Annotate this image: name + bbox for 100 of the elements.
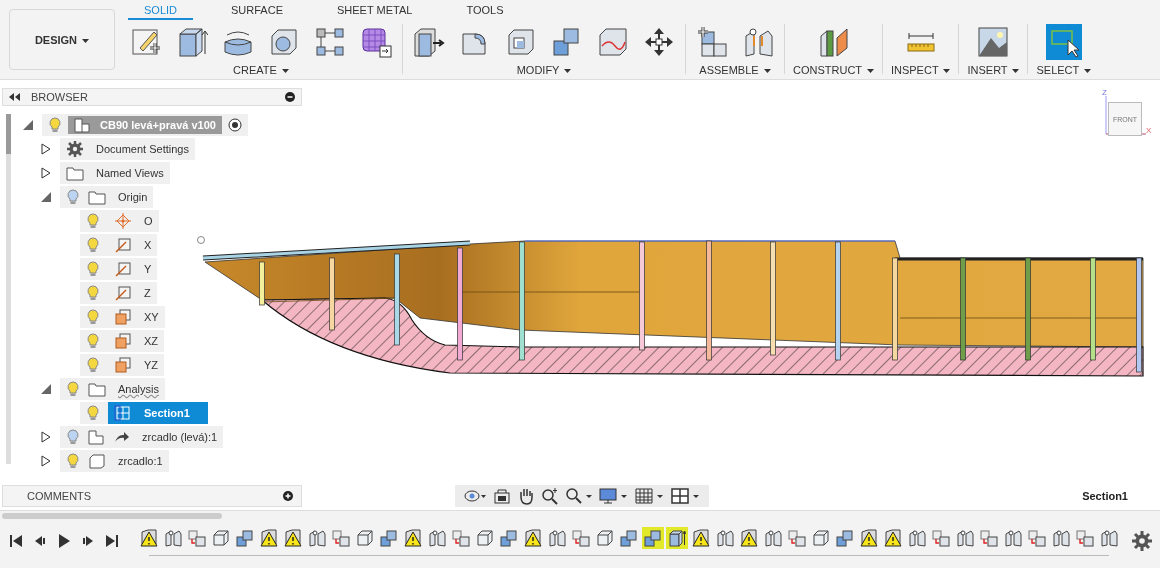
lightbulb-icon[interactable] (66, 453, 80, 469)
orbit-icon[interactable] (463, 487, 487, 505)
panel-title: COMMENTS (27, 490, 92, 502)
tree-item[interactable]: O (80, 210, 159, 232)
plus-circle-icon[interactable] (283, 491, 293, 501)
tree-item[interactable]: XZ (80, 330, 165, 352)
tree-item[interactable]: Named Views (60, 162, 170, 184)
play-icon[interactable] (56, 533, 72, 549)
tree-item[interactable]: YZ (80, 354, 165, 376)
comments-panel[interactable]: COMMENTS (2, 485, 302, 507)
expand-triangle-icon[interactable] (40, 143, 52, 155)
lightbulb-icon[interactable] (86, 405, 100, 421)
zoom-icon[interactable] (541, 487, 559, 505)
tree-item[interactable]: Z (80, 282, 157, 304)
ribbon-tab[interactable]: SHEET METAL (321, 0, 429, 20)
display-settings-icon[interactable] (599, 487, 629, 505)
lightbulb-icon[interactable] (86, 333, 100, 349)
lightbulb-icon[interactable] (66, 381, 80, 397)
lightbulb-icon[interactable] (86, 285, 100, 301)
caret-icon[interactable] (281, 69, 289, 74)
tree-item[interactable]: zrcadlo:1 (60, 450, 169, 472)
caret-icon[interactable] (1084, 69, 1092, 74)
toolbar-group-menu[interactable]: ASSEMBLE (699, 64, 771, 76)
tree-item[interactable]: Y (80, 258, 158, 280)
lightbulb-icon[interactable] (86, 237, 100, 253)
zoom-window-icon[interactable] (565, 487, 593, 505)
active-radio-icon[interactable] (227, 118, 242, 132)
look-at-icon[interactable] (493, 487, 511, 505)
combine-feature-icon[interactable] (642, 526, 664, 549)
select-button[interactable] (1045, 24, 1082, 60)
warning-feature-icon[interactable] (402, 526, 424, 549)
warning-feature-icon[interactable] (858, 526, 880, 549)
expand-triangle-icon[interactable] (40, 431, 52, 443)
expand-triangle-icon[interactable] (40, 383, 52, 395)
extrude-feature-icon[interactable] (666, 526, 688, 549)
scrollbar[interactable] (2, 513, 222, 519)
tree-item[interactable]: Origin (60, 186, 154, 208)
point-icon (114, 213, 132, 229)
tree-item[interactable]: Section1 (80, 402, 208, 424)
warning-feature-icon[interactable] (882, 526, 904, 549)
lightbulb-icon[interactable] (86, 357, 100, 373)
settings-icon[interactable] (1132, 531, 1152, 551)
warning-feature-icon[interactable] (738, 526, 760, 549)
expand-triangle-icon[interactable] (40, 191, 52, 203)
link-arrow-icon (114, 431, 130, 443)
warning-feature-icon[interactable] (522, 526, 544, 549)
ribbon-tab[interactable]: SURFACE (215, 0, 299, 20)
minus-circle-icon[interactable] (285, 92, 295, 102)
caret-icon[interactable] (866, 69, 874, 74)
lightbulb-icon[interactable] (48, 117, 62, 133)
toolbar-group-menu[interactable]: INSERT (967, 64, 1020, 76)
skip-end-icon[interactable] (104, 533, 120, 549)
plane-icon (114, 357, 132, 373)
caret-icon[interactable] (82, 38, 90, 43)
scrollbar[interactable] (6, 114, 11, 464)
tree-item[interactable]: X (80, 234, 158, 256)
tree-item[interactable]: Analysis (60, 378, 165, 400)
grid-icon[interactable] (635, 487, 665, 505)
tree-item[interactable]: zrcadlo (levá):1 (60, 426, 224, 448)
caret-icon[interactable] (564, 69, 572, 74)
toolbar-group-menu[interactable]: SELECT (1036, 64, 1092, 76)
tree-item[interactable]: Document Settings (60, 138, 195, 160)
toolbar-group-menu[interactable]: CONSTRUCT (793, 64, 874, 76)
axis-icon (114, 285, 132, 301)
panel-title: BROWSER (31, 91, 88, 103)
section-icon (114, 405, 132, 421)
collapse-icon[interactable] (9, 93, 21, 101)
workspace-dropdown[interactable]: DESIGN (9, 9, 115, 70)
toolbar-group-menu[interactable]: MODIFY (516, 64, 572, 76)
warning-feature-icon[interactable] (690, 526, 712, 549)
caret-icon[interactable] (943, 69, 951, 74)
folder-icon (88, 381, 106, 397)
toolbar-group-menu[interactable]: CREATE (233, 64, 289, 76)
axis-label: Z (1102, 88, 1107, 97)
skip-start-icon[interactable] (8, 533, 24, 549)
caret-icon[interactable] (1012, 69, 1020, 74)
lightbulb-icon[interactable] (86, 261, 100, 277)
folder-icon (66, 165, 84, 181)
ribbon-tab[interactable]: TOOLS (450, 0, 520, 20)
lightbulb-icon[interactable] (86, 309, 100, 325)
lightbulb-icon[interactable] (66, 189, 80, 205)
warning-feature-icon[interactable] (138, 526, 160, 549)
warning-feature-icon[interactable] (258, 526, 280, 549)
viewports-icon[interactable] (671, 487, 701, 505)
expand-triangle-icon[interactable] (40, 455, 52, 467)
expand-triangle-icon[interactable] (22, 119, 34, 131)
expand-triangle-icon[interactable] (40, 167, 52, 179)
warning-feature-icon[interactable] (282, 526, 304, 549)
plane-icon (114, 333, 132, 349)
lightbulb-icon[interactable] (86, 213, 100, 229)
axis-label: X (1146, 126, 1152, 135)
lightbulb-icon[interactable] (66, 429, 80, 445)
gear-icon (66, 141, 84, 157)
pan-hand-icon[interactable] (517, 487, 535, 505)
tree-item[interactable]: XY (80, 306, 165, 328)
axis-icon (114, 237, 132, 253)
toolbar-group-menu[interactable]: INSPECT (890, 64, 951, 76)
component-icon (88, 429, 106, 445)
caret-icon[interactable] (763, 69, 771, 74)
axis-icon (114, 261, 132, 277)
